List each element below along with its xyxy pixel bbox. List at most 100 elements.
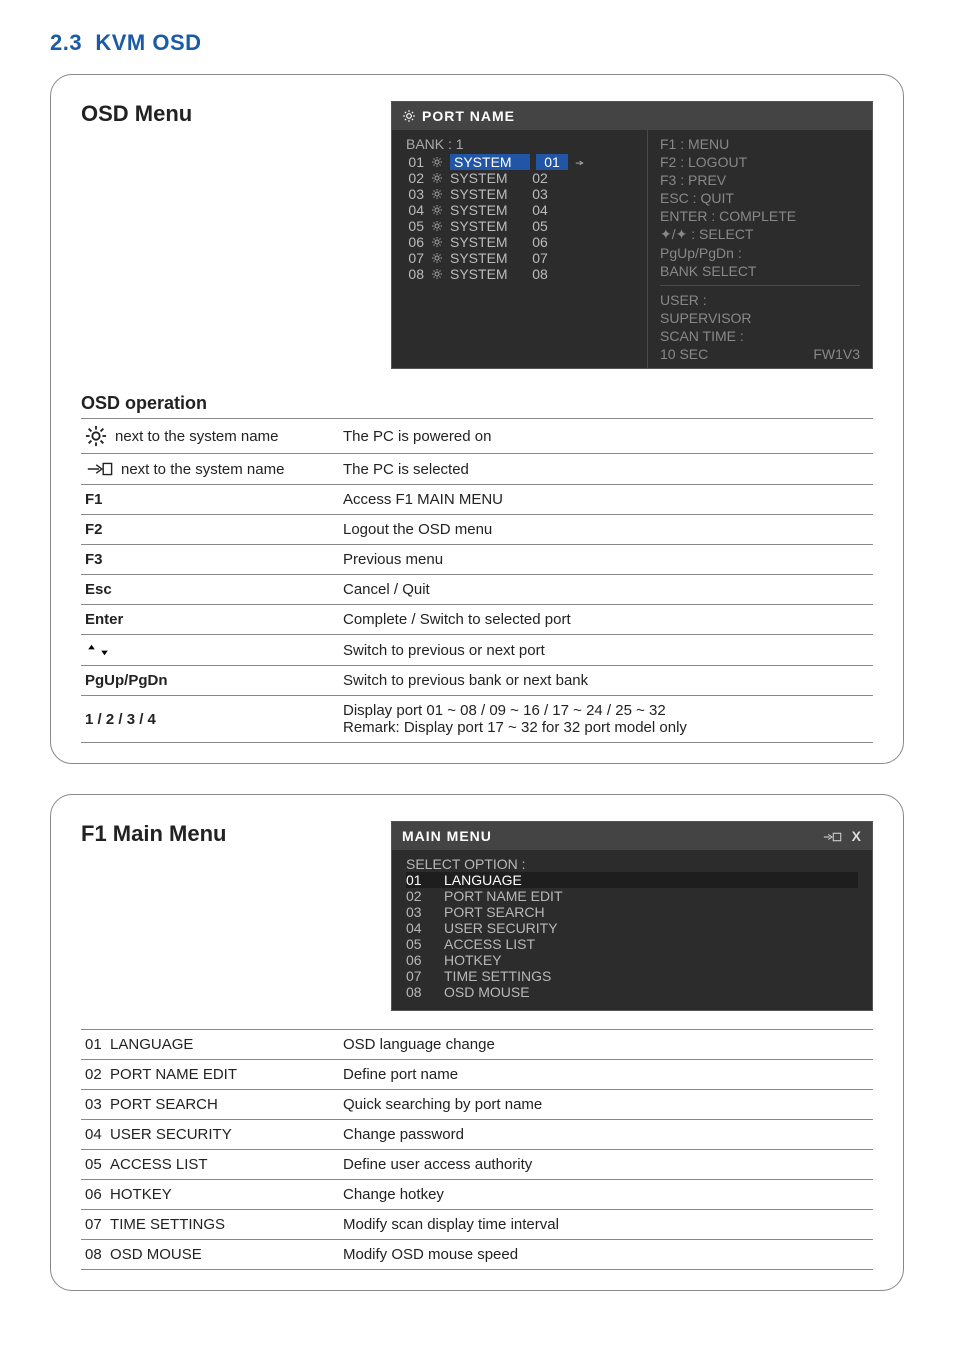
port-name: SYSTEM (450, 250, 522, 266)
desc-key: LANGUAGE (110, 1036, 193, 1053)
desc-num: 02 (85, 1066, 102, 1083)
op-key: F3 (85, 551, 103, 568)
menu-item-num: 07 (406, 968, 428, 984)
main-menu-subtitle: SELECT OPTION : (406, 856, 858, 872)
desc-key: USER SECURITY (110, 1126, 232, 1143)
port-row: 02 SYSTEM 02 (406, 170, 633, 186)
op-key: next to the system name (115, 428, 278, 445)
port-row: 01SYSTEM01 (406, 154, 633, 170)
menu-item: 06HOTKEY (406, 952, 858, 968)
help-esc: ESC : QUIT (660, 190, 860, 206)
updown-icon (85, 641, 111, 658)
osd-operation-title: OSD operation (81, 393, 873, 414)
desc-text: Define user access authority (339, 1150, 873, 1180)
op-key: Esc (85, 581, 112, 598)
panel-osd-menu: OSD Menu PORT NAME BANK : 1 01SYSTEM0102… (50, 74, 904, 764)
desc-text: Modify OSD mouse speed (339, 1240, 873, 1270)
desc-key: TIME SETTINGS (110, 1216, 225, 1233)
table-row: F1Access F1 MAIN MENU (81, 485, 873, 515)
desc-num: 06 (85, 1186, 102, 1203)
sun-icon (430, 220, 444, 232)
desc-num: 08 (85, 1246, 102, 1263)
help-f1: F1 : MENU (660, 136, 860, 152)
op-desc: Logout the OSD menu (339, 515, 873, 545)
op-key: Enter (85, 611, 123, 628)
desc-text: Change password (339, 1120, 873, 1150)
osd-operation-table: next to the system nameThe PC is powered… (81, 418, 873, 743)
port-right-num: 08 (528, 266, 552, 282)
port-name: SYSTEM (450, 170, 522, 186)
help-user: USER : (660, 292, 860, 308)
desc-key: ACCESS LIST (110, 1156, 208, 1173)
help-fw: FW1V3 (813, 346, 860, 362)
port-right-num: 03 (528, 186, 552, 202)
port-row: 08 SYSTEM 08 (406, 266, 633, 282)
help-supervisor: SUPERVISOR (660, 310, 860, 326)
table-row: 01 LANGUAGEOSD language change (81, 1030, 873, 1060)
sun-icon (430, 204, 444, 216)
port-name: SYSTEM (450, 154, 530, 170)
help-f3: F3 : PREV (660, 172, 860, 188)
menu-item: 07 TIME SETTINGS (406, 968, 858, 984)
op-desc: Complete / Switch to selected port (339, 605, 873, 635)
menu-item-label: PORT NAME EDIT (444, 888, 563, 904)
port-right-num: 06 (528, 234, 552, 250)
port-num: 08 (406, 266, 424, 282)
sun-icon (402, 109, 416, 123)
sun-icon (430, 156, 444, 168)
port-name: SYSTEM (450, 234, 522, 250)
desc-key: PORT SEARCH (110, 1096, 218, 1113)
port-num: 07 (406, 250, 424, 266)
menu-item: 02PORT NAME EDIT (406, 888, 858, 904)
port-right-num: 02 (528, 170, 552, 186)
port-row: 03SYSTEM03 (406, 186, 633, 202)
help-f2: F2 : LOGOUT (660, 154, 860, 170)
menu-item-label: USER SECURITY (444, 920, 558, 936)
menu-item-label: PORT SEARCH (444, 904, 545, 920)
port-num: 02 (406, 170, 424, 186)
sun-icon (85, 425, 107, 447)
port-name: SYSTEM (450, 186, 522, 202)
sun-icon (430, 268, 444, 280)
menu-item-label: LANGUAGE (444, 872, 522, 888)
op-key: next to the system name (121, 461, 284, 478)
table-row: EscCancel / Quit (81, 575, 873, 605)
desc-num: 05 (85, 1156, 102, 1173)
port-row: 04SYSTEM04 (406, 202, 633, 218)
osd-menu-title: OSD Menu (81, 101, 391, 127)
table-row: Enter Complete / Switch to selected port (81, 605, 873, 635)
port-row: 07SYSTEM07 (406, 250, 633, 266)
desc-text: Define port name (339, 1060, 873, 1090)
section-number: 2.3 (50, 30, 82, 55)
menu-item-label: OSD MOUSE (444, 984, 530, 1000)
desc-key: OSD MOUSE (110, 1246, 202, 1263)
menu-item-num: 01 (406, 872, 428, 888)
help-bank: BANK SELECT (660, 263, 860, 279)
desc-key: HOTKEY (110, 1186, 172, 1203)
section-title: KVM OSD (95, 30, 201, 55)
table-row: F2Logout the OSD menu (81, 515, 873, 545)
port-right-num: 01 (536, 154, 568, 170)
port-name: SYSTEM (450, 266, 522, 282)
sun-icon (430, 252, 444, 264)
osd-header-label: PORT NAME (422, 108, 515, 124)
op-desc: Access F1 MAIN MENU (339, 485, 873, 515)
port-row: 05SYSTEM05 (406, 218, 633, 234)
menu-item-label: TIME SETTINGS (444, 968, 551, 984)
menu-item: 03PORT SEARCH (406, 904, 858, 920)
op-desc: Switch to previous bank or next bank (339, 666, 873, 696)
menu-item-num: 04 (406, 920, 428, 936)
table-row: 02 PORT NAME EDITDefine port name (81, 1060, 873, 1090)
osd-screen: PORT NAME BANK : 1 01SYSTEM0102SYSTEM020… (391, 101, 873, 369)
help-enter: ENTER : COMPLETE (660, 208, 860, 224)
main-menu-header: MAIN MENU (402, 828, 492, 844)
help-pgup: PgUp/PgDn : (660, 245, 860, 261)
osd-port-list: BANK : 1 01SYSTEM0102SYSTEM0203SYSTEM030… (392, 130, 648, 368)
table-row: 08 OSD MOUSE Modify OSD mouse speed (81, 1240, 873, 1270)
op-desc: Previous menu (339, 545, 873, 575)
menu-item-num: 05 (406, 936, 428, 952)
desc-text: Modify scan display time interval (339, 1210, 873, 1240)
menu-item-label: HOTKEY (444, 952, 502, 968)
table-row: 06 HOTKEYChange hotkey (81, 1180, 873, 1210)
osd-bank-label: BANK : 1 (406, 136, 633, 152)
